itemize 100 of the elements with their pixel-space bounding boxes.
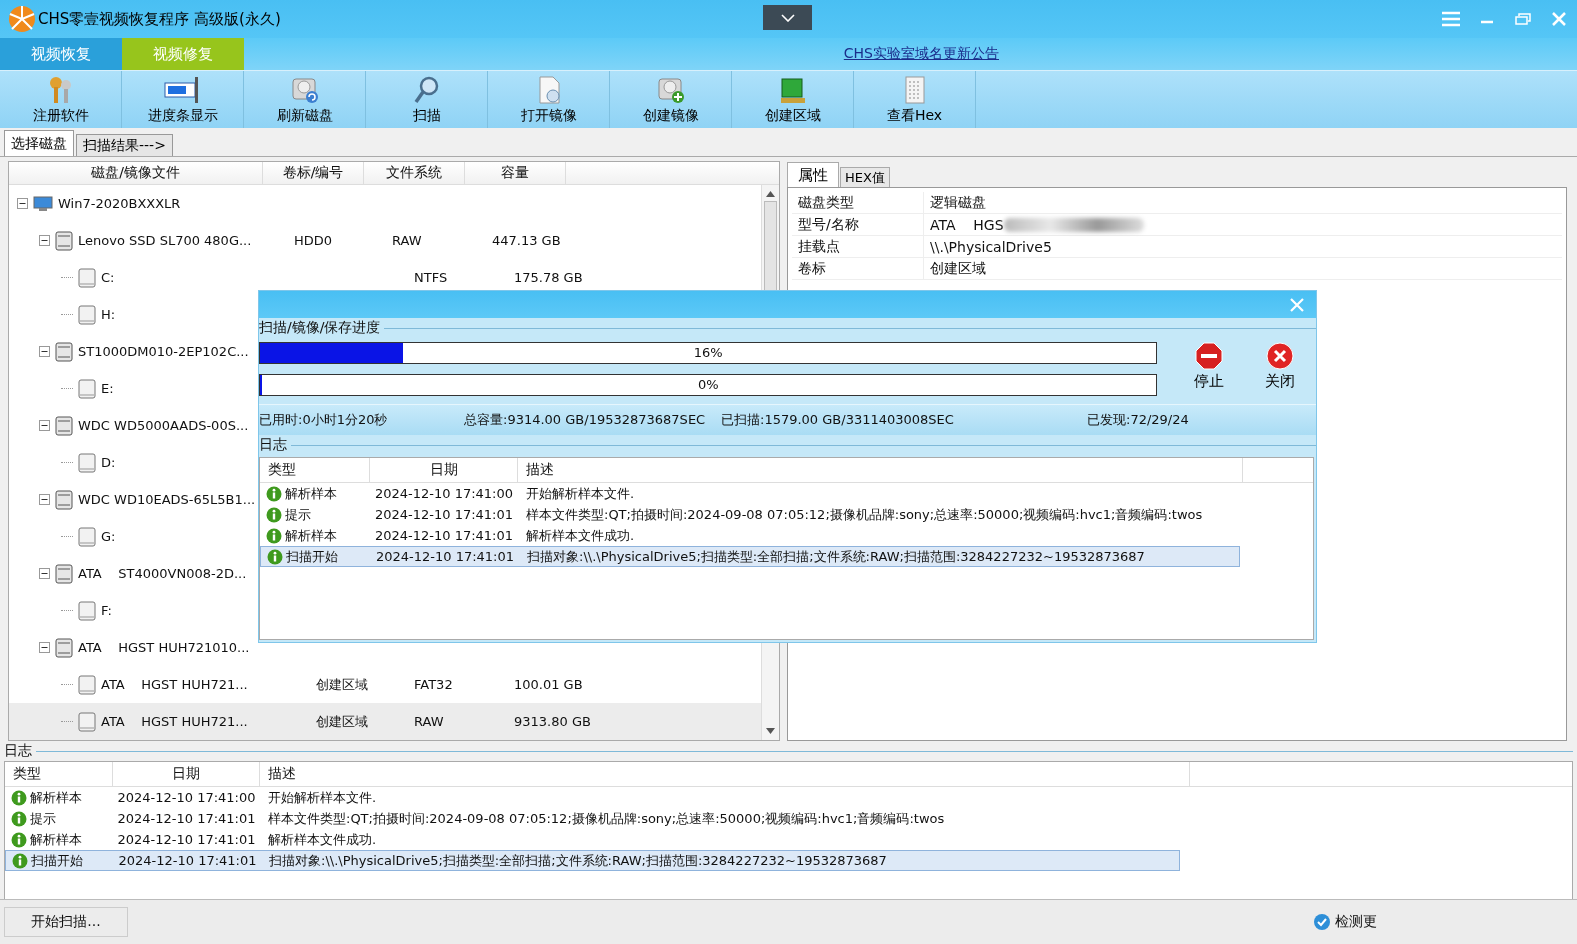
- computer-icon: [33, 195, 53, 212]
- tree-item-label[interactable]: G:: [101, 529, 116, 544]
- file-system-label: FAT32: [414, 677, 453, 692]
- log-row[interactable]: 解析样本 2024-12-10 17:41:01 解析样本文件成功.: [260, 525, 1240, 546]
- tree-item-label[interactable]: ATA HGST HUH721...: [101, 714, 248, 729]
- log-date: 2024-12-10 17:41:00: [374, 486, 514, 501]
- scan-stat: 已发现:72/29/24: [1087, 411, 1190, 429]
- column-header[interactable]: 卷标/编号: [282, 164, 344, 182]
- log-description: 解析样本文件成功.: [268, 831, 377, 847]
- column-header[interactable]: 日期: [429, 461, 458, 479]
- capacity-label: 447.13 GB: [492, 233, 561, 248]
- log-date: 2024-12-10 17:41:01: [118, 853, 257, 868]
- toolbar-button[interactable]: 创建镜像: [610, 71, 732, 128]
- tree-item-label[interactable]: ATA HGST HUH721010...: [78, 640, 250, 655]
- info-icon: [266, 485, 282, 502]
- tree-item-label[interactable]: F:: [101, 603, 112, 618]
- log-row[interactable]: 扫描开始 2024-12-10 17:41:01 扫描对象:\\.\PhysicalDrive5;扫描类型:全部扫描;文件系统:RAW;扫描范围:3284227232~19532873687: [260, 546, 1240, 567]
- collapse-icon[interactable]: [17, 198, 28, 209]
- hard-drive-icon: [55, 230, 73, 251]
- info-icon: [267, 548, 283, 565]
- dropdown-button[interactable]: [763, 5, 812, 30]
- column-header[interactable]: 类型: [268, 461, 296, 479]
- log-date: 2024-12-10 17:41:01: [374, 528, 514, 543]
- volume-label: 创建区域: [316, 713, 368, 729]
- tree-item-label[interactable]: E:: [101, 381, 114, 396]
- property-label: 卷标: [797, 259, 827, 278]
- toolbar-button[interactable]: 创建区域: [732, 71, 854, 128]
- panel-tab[interactable]: 属性: [787, 162, 839, 187]
- panel-tab[interactable]: HEX值: [840, 167, 890, 187]
- tree-item-label[interactable]: H:: [101, 307, 116, 322]
- log-row[interactable]: 提示 2024-12-10 17:41:01 样本文件类型:QT;拍摄时间:2024-09-08 07:05:12;摄像机品牌:sony;总速率:50000;视频编码:hvc1;音频编码:twos: [5, 808, 1180, 829]
- column-header[interactable]: 容量: [501, 164, 529, 182]
- log-description: 扫描对象:\\.\PhysicalDrive5;扫描类型:全部扫描;文件系统:RAW;扫描范围:3284227232~19532873687: [527, 548, 1145, 564]
- announcement-link[interactable]: CHS实验室域名更新公告: [843, 45, 999, 63]
- column-header[interactable]: 类型: [13, 765, 41, 783]
- scan-stat: 已扫描:1579.00 GB/3311403008SEC: [721, 411, 955, 429]
- column-header[interactable]: 磁盘/镜像文件: [91, 164, 180, 182]
- tree-item-label[interactable]: WDC WD5000AADS-00S...: [78, 418, 249, 433]
- log-row[interactable]: 扫描开始 2024-12-10 17:41:01 扫描对象:\\.\PhysicalDrive5;扫描类型:全部扫描;文件系统:RAW;扫描范围:3284227232~19532873687: [5, 850, 1180, 871]
- toolbar-button[interactable]: 刷新磁盘: [244, 71, 366, 128]
- log-date: 2024-12-10 17:41:01: [374, 507, 514, 522]
- scroll-down-icon[interactable]: [766, 728, 775, 734]
- tree-item-label[interactable]: D:: [101, 455, 116, 470]
- log-date: 2024-12-10 17:41:00: [117, 790, 256, 805]
- property-label: 磁盘类型: [797, 193, 855, 212]
- tree-item-label[interactable]: WDC WD10EADS-65L5B1...: [78, 492, 256, 507]
- view-tab[interactable]: 选择磁盘: [4, 130, 74, 156]
- close-circle-icon: [1266, 342, 1295, 370]
- view-tab[interactable]: 扫描结果--->: [76, 134, 173, 156]
- stop-button[interactable]: 停止: [1173, 338, 1245, 396]
- log-row[interactable]: 解析样本 2024-12-10 17:41:00 开始解析样本文件.: [5, 787, 1180, 808]
- log-date: 2024-12-10 17:41:01: [375, 549, 515, 564]
- status-message: 开始扫描...: [31, 913, 101, 931]
- scroll-up-icon[interactable]: [766, 191, 775, 197]
- log-description: 开始解析样本文件.: [268, 789, 377, 805]
- column-header[interactable]: 文件系统: [386, 164, 442, 182]
- collapse-icon[interactable]: [39, 642, 50, 653]
- update-link[interactable]: 检测更: [1335, 913, 1377, 931]
- property-value: 创建区域: [930, 259, 986, 278]
- collapse-icon[interactable]: [39, 420, 50, 431]
- tree-item-label[interactable]: ATA ST4000VN008-2D...: [78, 566, 247, 581]
- column-header[interactable]: 描述: [268, 765, 296, 783]
- toolbar-button[interactable]: 注册软件: [0, 71, 122, 128]
- collapse-icon[interactable]: [39, 494, 50, 505]
- log-type: 提示: [30, 809, 56, 828]
- log-row[interactable]: 提示 2024-12-10 17:41:01 样本文件类型:QT;拍摄时间:2024-09-08 07:05:12;摄像机品牌:sony;总速率:50000;视频编码:hvc1;音频编码:twos: [260, 504, 1240, 525]
- log-type: 扫描开始: [286, 547, 338, 566]
- drive-icon: [78, 378, 96, 399]
- column-header[interactable]: 描述: [526, 461, 554, 479]
- collapse-icon[interactable]: [39, 568, 50, 579]
- close-button[interactable]: 关闭: [1244, 338, 1316, 396]
- log-row[interactable]: 解析样本 2024-12-10 17:41:00 开始解析样本文件.: [260, 483, 1240, 504]
- volume-label: 创建区域: [316, 676, 368, 692]
- tree-item-label[interactable]: Win7-2020BXXXLR: [58, 196, 181, 211]
- tree-item-label[interactable]: C:: [101, 270, 115, 285]
- chevron-icon: [780, 13, 795, 22]
- hard-drive-icon: [55, 563, 73, 584]
- info-icon: [12, 852, 28, 869]
- app-logo-icon: [8, 5, 36, 33]
- collapse-icon[interactable]: [39, 346, 50, 357]
- toolbar-button[interactable]: 进度条显示: [122, 71, 244, 128]
- tree-item-label[interactable]: Lenovo SSD SL700 480G...: [78, 233, 252, 248]
- drive-icon: [78, 526, 96, 547]
- log-date: 2024-12-10 17:41:01: [117, 832, 256, 847]
- capacity-label: 175.78 GB: [514, 270, 583, 285]
- progress-reading: 16%: [692, 345, 724, 360]
- collapse-icon[interactable]: [39, 235, 50, 246]
- drive-icon: [78, 674, 96, 695]
- tree-item-label[interactable]: ST1000DM010-2EP102C...: [78, 344, 249, 359]
- toolbar-button[interactable]: 扫描: [366, 71, 488, 128]
- drive-icon: [78, 267, 96, 288]
- log-type: 解析样本: [285, 526, 337, 545]
- log-date: 2024-12-10 17:41:01: [117, 811, 256, 826]
- file-system-label: RAW: [414, 714, 444, 729]
- tree-item-label[interactable]: ATA HGST HUH721...: [101, 677, 248, 692]
- column-header[interactable]: 日期: [172, 765, 200, 783]
- toolbar-button[interactable]: 打开镜像: [488, 71, 610, 128]
- log-row[interactable]: 解析样本 2024-12-10 17:41:01 解析样本文件成功.: [5, 829, 1180, 850]
- toolbar-button[interactable]: 查看Hex: [854, 71, 976, 128]
- log-type: 解析样本: [30, 830, 82, 849]
